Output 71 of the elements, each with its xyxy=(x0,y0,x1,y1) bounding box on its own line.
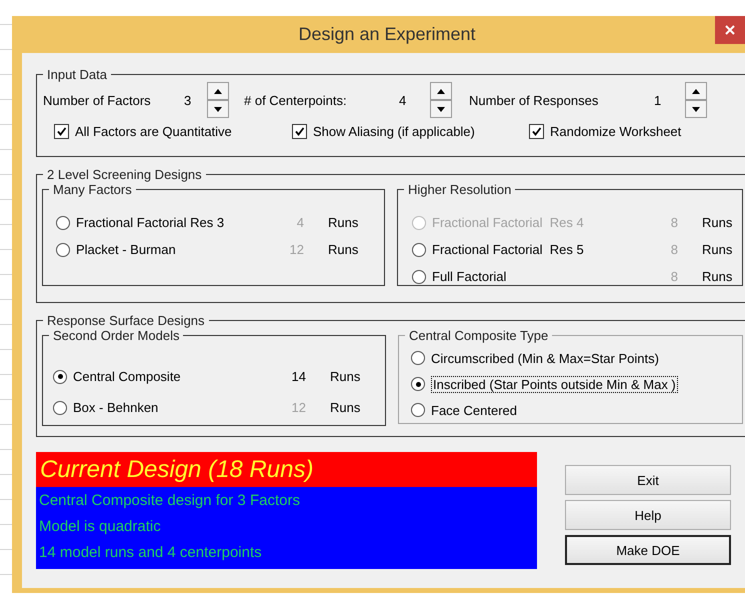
radio-button[interactable] xyxy=(53,400,67,414)
checkbox-label: Randomize Worksheet xyxy=(550,124,682,139)
dialog-button[interactable]: Exit xyxy=(565,465,731,495)
close-button[interactable] xyxy=(715,16,745,44)
run-count: 14 xyxy=(290,369,306,384)
group-title: 2 Level Screening Designs xyxy=(46,167,203,182)
run-count: 8 xyxy=(670,269,678,284)
checkbox-label: All Factors are Quantitative xyxy=(75,124,232,139)
dialog-button[interactable]: Help xyxy=(565,500,731,530)
down-arrow-icon xyxy=(214,106,222,112)
option-label: Fractional Factorial Res 3 xyxy=(76,215,226,230)
run-count: 12 xyxy=(288,242,304,257)
summary-line: 14 model runs and 4 centerpoints xyxy=(39,544,262,561)
field-label: # of Centerpoints: xyxy=(244,92,348,108)
spinner-value: 4 xyxy=(399,92,408,108)
option-label: Fractional Factorial Res 4 xyxy=(432,215,585,230)
checkbox[interactable] xyxy=(292,124,307,139)
option-label: Full Factorial xyxy=(432,269,508,284)
spin-button[interactable] xyxy=(430,82,452,118)
option-label: Central Composite xyxy=(73,369,182,384)
group-title: Response Surface Designs xyxy=(46,313,206,328)
radio-button[interactable] xyxy=(53,370,67,384)
group-title: Second Order Models xyxy=(52,328,180,343)
option-label: Box - Behnken xyxy=(73,400,160,415)
spinner-value: 1 xyxy=(654,92,662,108)
close-icon xyxy=(724,24,736,36)
runs-label: Runs xyxy=(330,400,360,415)
spin-button[interactable] xyxy=(207,82,229,118)
summary-title: Current Design (18 Runs) xyxy=(36,452,537,487)
runs-label: Runs xyxy=(328,242,358,257)
radio-button[interactable] xyxy=(411,351,425,365)
checkbox[interactable] xyxy=(529,124,544,139)
radio-button[interactable] xyxy=(411,403,425,417)
run-count: 4 xyxy=(296,215,304,230)
field-label: Number of Responses xyxy=(469,92,600,108)
down-arrow-icon xyxy=(437,106,445,112)
option-label: Placket - Burman xyxy=(76,242,177,257)
radio-button[interactable] xyxy=(411,377,425,391)
field-label: Number of Factors xyxy=(43,92,152,108)
option-label: Face Centered xyxy=(431,402,517,418)
option-label: Inscribed (Star Points outside Min & Max ) xyxy=(431,376,678,392)
run-count: 8 xyxy=(670,242,678,257)
option-label: Fractional Factorial Res 5 xyxy=(432,242,585,257)
radio-button[interactable] xyxy=(412,242,426,256)
radio-button[interactable] xyxy=(412,270,426,284)
group-title: Many Factors xyxy=(52,182,133,197)
runs-label: Runs xyxy=(330,369,360,384)
checkbox[interactable] xyxy=(54,124,69,139)
runs-label: Runs xyxy=(702,242,732,257)
window-title: Design an Experiment xyxy=(298,24,476,45)
runs-label: Runs xyxy=(702,215,732,230)
summary-line: Model is quadratic xyxy=(39,518,161,535)
option-label: Circumscribed (Min & Max=Star Points) xyxy=(431,350,659,366)
runs-label: Runs xyxy=(702,269,732,284)
runs-label: Runs xyxy=(328,215,358,230)
up-arrow-icon xyxy=(214,88,222,94)
run-count: 8 xyxy=(670,215,678,230)
group-title: Central Composite Type xyxy=(408,328,550,343)
spin-button[interactable] xyxy=(685,82,707,118)
spinner-value: 3 xyxy=(184,92,192,108)
dialog-button[interactable]: Make DOE xyxy=(565,535,731,565)
group-title: Higher Resolution xyxy=(407,182,512,197)
up-arrow-icon xyxy=(692,88,700,94)
run-count: 12 xyxy=(290,400,306,415)
down-arrow-icon xyxy=(692,106,700,112)
radio-button[interactable] xyxy=(56,216,70,230)
group-title: Input Data xyxy=(46,67,108,82)
up-arrow-icon xyxy=(437,88,445,94)
checkbox-label: Show Aliasing (if applicable) xyxy=(313,124,475,139)
radio-button[interactable] xyxy=(56,242,70,256)
summary-line: Central Composite design for 3 Factors xyxy=(39,492,300,509)
